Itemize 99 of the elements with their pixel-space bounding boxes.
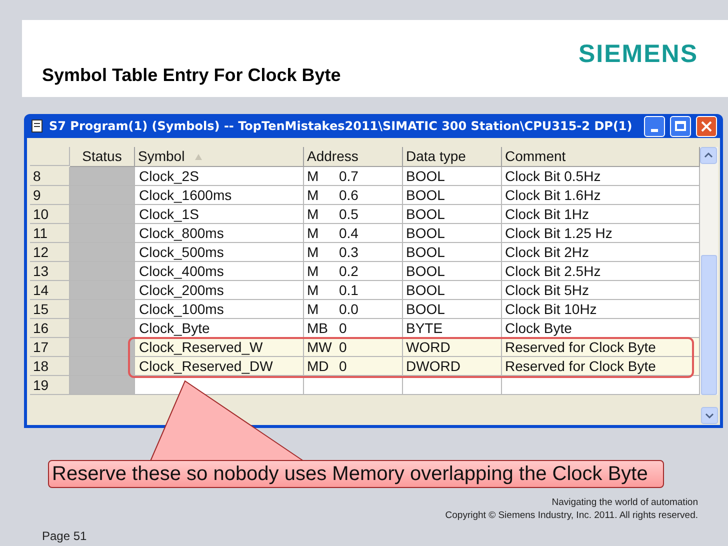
row-number: 9 xyxy=(30,186,70,205)
data-type-cell: BYTE xyxy=(403,319,502,338)
callout: Reserve these so nobody uses Memory overlapping the Clock Byte xyxy=(48,460,664,488)
symbol-cell: Clock_Reserved_W xyxy=(135,338,304,357)
status-cell xyxy=(70,243,135,262)
symbol-cell: Clock_500ms xyxy=(135,243,304,262)
close-icon xyxy=(701,120,712,132)
status-cell xyxy=(70,186,135,205)
address-offset: 0 xyxy=(339,318,347,338)
data-type-cell: BOOL xyxy=(403,224,502,243)
corner-cell xyxy=(30,147,70,166)
slide-title: Symbol Table Entry For Clock Byte xyxy=(42,64,341,87)
comment-cell: Clock Bit 2.5Hz xyxy=(502,262,700,281)
comment-cell: Clock Bit 0.5Hz xyxy=(502,167,700,186)
row-number: 12 xyxy=(30,243,70,262)
data-type-cell: BOOL xyxy=(403,300,502,319)
row-number: 14 xyxy=(30,281,70,300)
symbol-cell: Clock_1600ms xyxy=(135,186,304,205)
window-title: S7 Program(1) (Symbols) -- TopTenMistakes2011\SIMATIC 300 Station\CPU315-2 DP(1) xyxy=(49,118,634,135)
symbol-cell: Clock_Reserved_DW xyxy=(135,357,304,376)
status-cell xyxy=(70,319,135,338)
address-offset: 0.7 xyxy=(339,166,358,186)
symbol-cell: Clock_800ms xyxy=(135,224,304,243)
comment-cell: Reserved for Clock Byte xyxy=(502,338,700,357)
row-number: 8 xyxy=(30,167,70,186)
symbol-cell: Clock_100ms xyxy=(135,300,304,319)
address-area: M xyxy=(307,260,339,282)
address-offset: 0.0 xyxy=(339,300,358,318)
address-offset: 0.4 xyxy=(339,224,358,242)
maximize-button[interactable] xyxy=(670,116,691,136)
address-area: MD xyxy=(307,356,339,376)
symbol-cell: Clock_Byte xyxy=(135,319,304,338)
symbol-cell: Clock_200ms xyxy=(135,281,304,300)
comment-cell: Clock Bit 1.6Hz xyxy=(502,186,700,205)
status-cell xyxy=(70,224,135,243)
comment-cell: Clock Bit 2Hz xyxy=(502,243,700,262)
comment-cell: Reserved for Clock Byte xyxy=(502,357,700,376)
comment-cell: Clock Bit 10Hz xyxy=(502,300,700,319)
minimize-button[interactable] xyxy=(644,116,665,136)
address-area: M xyxy=(307,298,339,320)
symbol-cell: Clock_1S xyxy=(135,205,304,224)
scroll-down-icon[interactable] xyxy=(701,407,718,424)
address-area: MW xyxy=(307,336,339,358)
comment-cell: Clock Bit 1.25 Hz xyxy=(502,224,700,243)
row-number: 17 xyxy=(30,338,70,357)
address-offset: 0 xyxy=(339,338,347,356)
row-number: 19 xyxy=(30,376,70,395)
close-button[interactable] xyxy=(696,116,717,136)
row-number: 18 xyxy=(30,357,70,376)
status-cell xyxy=(70,357,135,376)
status-cell xyxy=(70,300,135,319)
address-area: M xyxy=(307,184,339,206)
comment-cell: Clock Bit 5Hz xyxy=(502,281,700,300)
data-type-cell: BOOL xyxy=(403,186,502,205)
data-type-cell: BOOL xyxy=(403,205,502,224)
data-type-cell: BOOL xyxy=(403,243,502,262)
address-offset: 0.6 xyxy=(339,186,358,204)
status-cell xyxy=(70,281,135,300)
address-area: M xyxy=(307,222,339,244)
address-area: M xyxy=(307,242,339,262)
logo: SIEMENS xyxy=(578,39,698,70)
address-area: M xyxy=(307,166,339,186)
address-area: M xyxy=(307,204,339,224)
footer-text: Navigating the world of automation xyxy=(552,496,698,509)
footer-text: Copyright © Siemens Industry, Inc. 2011. All rights reserved. xyxy=(445,509,698,522)
column-header[interactable]: Comment xyxy=(502,147,700,167)
scroll-up-icon[interactable] xyxy=(700,147,717,164)
scroll-thumb[interactable] xyxy=(701,255,717,395)
symbol-cell: Clock_2S xyxy=(135,167,304,186)
row-number: 10 xyxy=(30,205,70,224)
page-number: Page 51 xyxy=(42,528,88,545)
comment-cell: Clock Bit 1Hz xyxy=(502,205,700,224)
address-offset: 0.1 xyxy=(339,280,358,300)
status-cell xyxy=(70,262,135,281)
address-offset: 0 xyxy=(339,356,347,376)
column-header[interactable]: Data type xyxy=(403,147,502,167)
address-area: M xyxy=(307,280,339,300)
column-header[interactable]: Address xyxy=(304,147,403,167)
data-type-cell: WORD xyxy=(403,338,502,357)
address-offset: 0.3 xyxy=(339,242,358,262)
address-offset: 0.5 xyxy=(339,204,358,224)
column-header[interactable]: Symbol xyxy=(135,147,304,167)
address-offset: 0.2 xyxy=(339,262,358,280)
status-cell xyxy=(70,376,135,395)
data-type-cell: BOOL xyxy=(403,262,502,281)
status-cell xyxy=(70,205,135,224)
data-type-cell: BOOL xyxy=(403,281,502,300)
row-number: 15 xyxy=(30,300,70,319)
row-number: 11 xyxy=(30,224,70,243)
status-cell xyxy=(70,338,135,357)
symbol-cell: Clock_400ms xyxy=(135,262,304,281)
row-number: 13 xyxy=(30,262,70,281)
sort-arrow-icon xyxy=(194,154,202,160)
address-area: MB xyxy=(307,318,339,338)
status-cell xyxy=(70,167,135,186)
document-icon xyxy=(30,119,44,133)
data-type-cell: BOOL xyxy=(403,167,502,186)
data-type-cell: DWORD xyxy=(403,357,502,376)
row-number: 16 xyxy=(30,319,70,338)
